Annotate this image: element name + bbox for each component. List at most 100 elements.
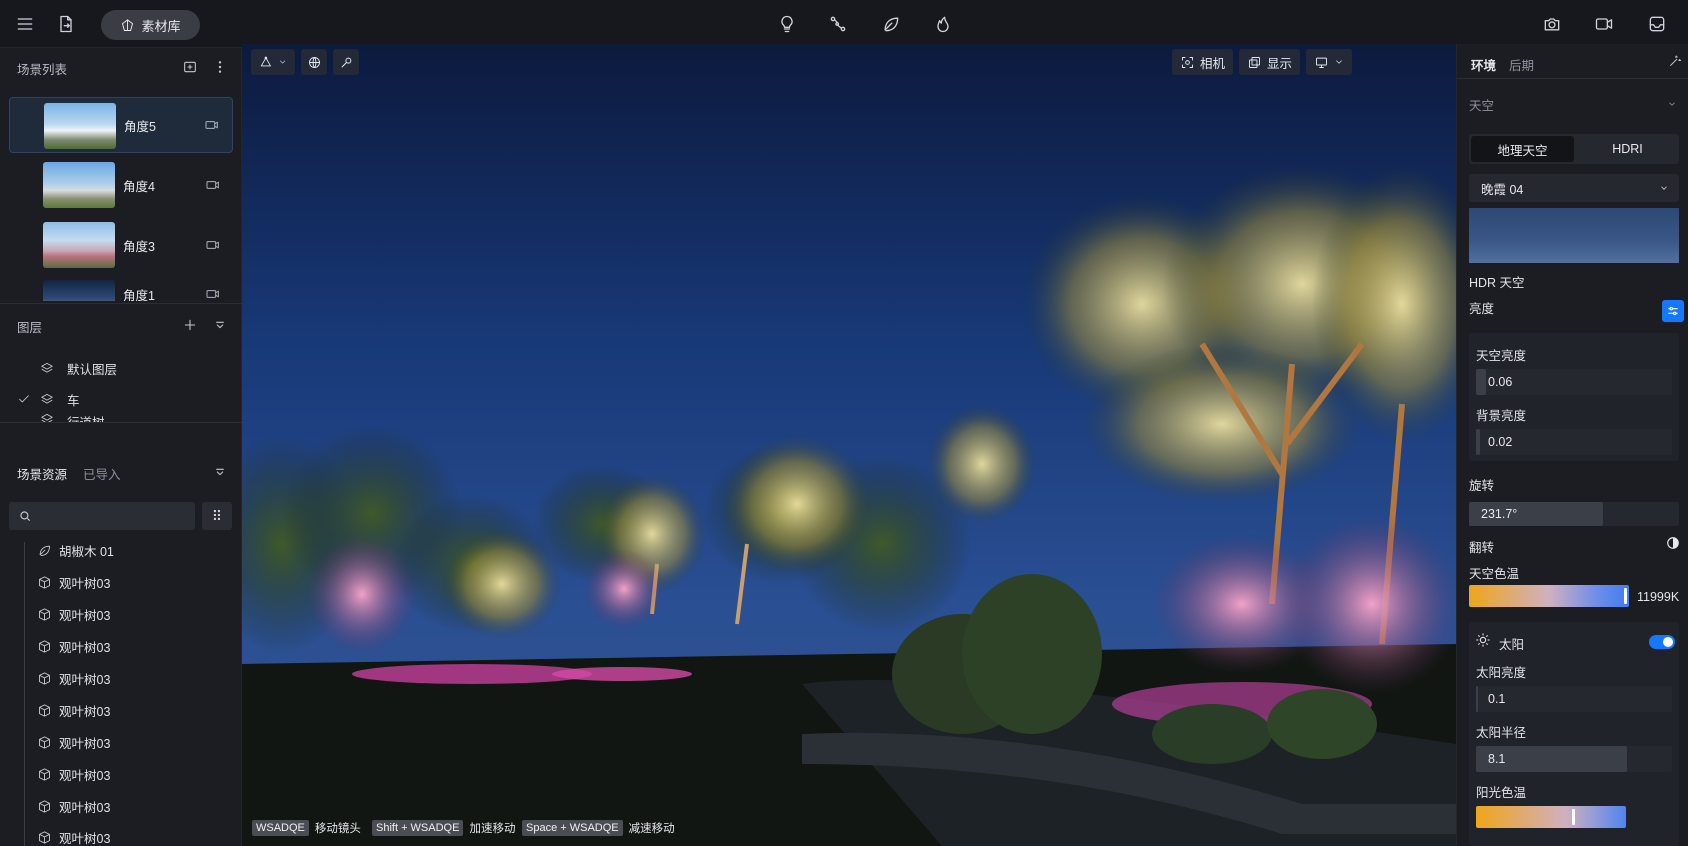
inbox-icon[interactable]: [1645, 12, 1669, 36]
sun-card: 太阳 太阳亮度 0.1 太阳半径 8.1 阳光色温: [1469, 622, 1679, 846]
video-camera-icon[interactable]: [205, 237, 221, 253]
cube-icon: [39, 575, 50, 589]
layer-item-car[interactable]: 车: [0, 384, 242, 414]
chevron-down-icon[interactable]: [1667, 97, 1677, 112]
video-icon[interactable]: [1592, 12, 1616, 36]
sky-brightness-label: 天空亮度: [1476, 349, 1527, 363]
rotation-input[interactable]: 231.7°: [1469, 502, 1679, 526]
cube-icon: [39, 607, 50, 621]
tab-scene-assets[interactable]: 场景资源: [17, 464, 67, 483]
scene-item-angle3[interactable]: 角度3: [9, 217, 233, 273]
sky-mode-geo[interactable]: 地理天空: [1471, 136, 1574, 162]
tab-post-processing[interactable]: 后期: [1509, 55, 1534, 74]
asset-library-button[interactable]: 素材库: [101, 10, 200, 40]
assets-header: 场景资源 已导入: [0, 453, 242, 493]
search-input[interactable]: [38, 509, 188, 523]
lightbulb-icon[interactable]: [775, 12, 799, 36]
asset-item[interactable]: 观叶树03: [0, 822, 242, 846]
sky-brightness-input[interactable]: 0.06: [1476, 369, 1672, 395]
axis-icon: [260, 56, 271, 66]
add-layer-icon[interactable]: [182, 317, 198, 336]
contrast-toggle-icon[interactable]: [1666, 536, 1680, 553]
scene-item-angle1[interactable]: 角度1: [9, 277, 233, 301]
rotation-value: 231.7°: [1481, 507, 1518, 521]
sun-brightness-input[interactable]: 0.1: [1476, 686, 1672, 712]
scene-label: 角度1: [123, 289, 155, 301]
view-settings-button[interactable]: [1306, 49, 1352, 75]
video-camera-icon[interactable]: [204, 117, 220, 133]
sun-radius-input[interactable]: 8.1: [1476, 746, 1672, 772]
check-icon[interactable]: [17, 392, 31, 406]
scene-list-header: 场景列表: [0, 48, 242, 88]
display-button[interactable]: 显示: [1239, 49, 1300, 75]
top-bar: 素材库: [0, 0, 1688, 48]
menu-icon[interactable]: [13, 12, 37, 36]
asset-library-label: 素材库: [141, 18, 181, 34]
layers-icon: [41, 393, 53, 404]
asset-item[interactable]: 观叶树03: [0, 790, 242, 822]
asset-search[interactable]: [9, 502, 195, 530]
document-export-icon[interactable]: [54, 12, 78, 36]
hint-text: 加速移动: [469, 823, 516, 835]
slider-handle[interactable]: [1624, 588, 1627, 604]
sky-mode-toggle[interactable]: 地理天空 HDRI: [1469, 134, 1679, 164]
slider-fill: [1476, 686, 1478, 712]
path-icon[interactable]: [826, 12, 850, 36]
sky-preset-select[interactable]: 晚霞 04: [1469, 174, 1679, 202]
hint-key: WSADQE: [252, 820, 309, 836]
asset-item[interactable]: 观叶树03: [0, 662, 242, 694]
sky-temp-slider[interactable]: [1469, 585, 1629, 607]
scene-item-angle5[interactable]: 角度5: [9, 97, 233, 153]
transform-mode-button[interactable]: [251, 49, 295, 75]
asset-item[interactable]: 观叶树03: [0, 598, 242, 630]
flame-icon[interactable]: [931, 12, 955, 36]
sky-preset-value: 晚霞 04: [1481, 182, 1524, 197]
asset-label: 观叶树03: [59, 832, 111, 846]
scene-item-angle4[interactable]: 角度4: [9, 157, 233, 213]
slider-fill: [1476, 429, 1480, 455]
leaf-icon[interactable]: [879, 12, 903, 36]
camera-icon[interactable]: [1540, 12, 1564, 36]
slider-handle[interactable]: [1572, 809, 1575, 825]
night-landscape-render: [242, 44, 1456, 846]
hint-slow-move: Space + WSADQE 减速移动: [522, 820, 675, 836]
layers-icon: [41, 362, 53, 373]
pin-icon: [341, 57, 351, 67]
asset-item[interactable]: 观叶树03: [0, 726, 242, 758]
asset-item[interactable]: 观叶树03: [0, 758, 242, 790]
asset-item[interactable]: 观叶树03: [0, 694, 242, 726]
asset-item[interactable]: 胡椒木 01: [0, 534, 242, 566]
sky-mode-hdri[interactable]: HDRI: [1576, 134, 1679, 164]
layer-item-default[interactable]: 默认图层: [0, 353, 242, 383]
left-panel: 场景列表 角度5 角度4 角度3 角度1 图层 默认图层 车 场景资源 已导入 …: [0, 48, 242, 846]
adjust-sliders-button[interactable]: [1662, 300, 1684, 322]
tab-environment[interactable]: 环境: [1471, 55, 1496, 74]
video-camera-icon[interactable]: [205, 177, 221, 193]
magic-wand-icon[interactable]: [1667, 53, 1683, 72]
3d-viewport[interactable]: 相机 显示 WSADQE 移动镜头 Shift + WSADQE 加速移动 Sp…: [242, 44, 1456, 846]
grid-icon: ⠿: [211, 507, 223, 524]
hint-key: Space + WSADQE: [522, 820, 623, 836]
more-options-icon[interactable]: [212, 59, 228, 78]
sunlight-temp-slider[interactable]: [1476, 806, 1626, 828]
asset-item[interactable]: 观叶树03: [0, 566, 242, 598]
collapse-down-icon[interactable]: [212, 464, 228, 483]
add-scene-icon[interactable]: [182, 59, 198, 78]
asset-item[interactable]: 观叶树03: [0, 630, 242, 662]
asset-label: 观叶树03: [59, 672, 111, 687]
tab-imported[interactable]: 已导入: [83, 464, 121, 483]
camera-button[interactable]: 相机: [1172, 49, 1233, 75]
asset-label: 观叶树03: [59, 768, 111, 783]
cube-icon: [39, 767, 50, 781]
grid-view-button[interactable]: ⠿: [202, 502, 232, 530]
sliders-icon: [1668, 306, 1678, 316]
layer-item-street-trees[interactable]: 行道树: [0, 412, 242, 422]
sun-toggle[interactable]: [1649, 635, 1675, 649]
collapse-down-icon[interactable]: [212, 317, 228, 336]
globe-button[interactable]: [301, 49, 327, 75]
video-camera-icon[interactable]: [205, 286, 221, 301]
sky-brightness-value: 0.06: [1488, 375, 1513, 389]
pin-tool-button[interactable]: [333, 49, 359, 75]
bg-brightness-input[interactable]: 0.02: [1476, 429, 1672, 455]
sun-brightness-label: 太阳亮度: [1476, 666, 1527, 680]
